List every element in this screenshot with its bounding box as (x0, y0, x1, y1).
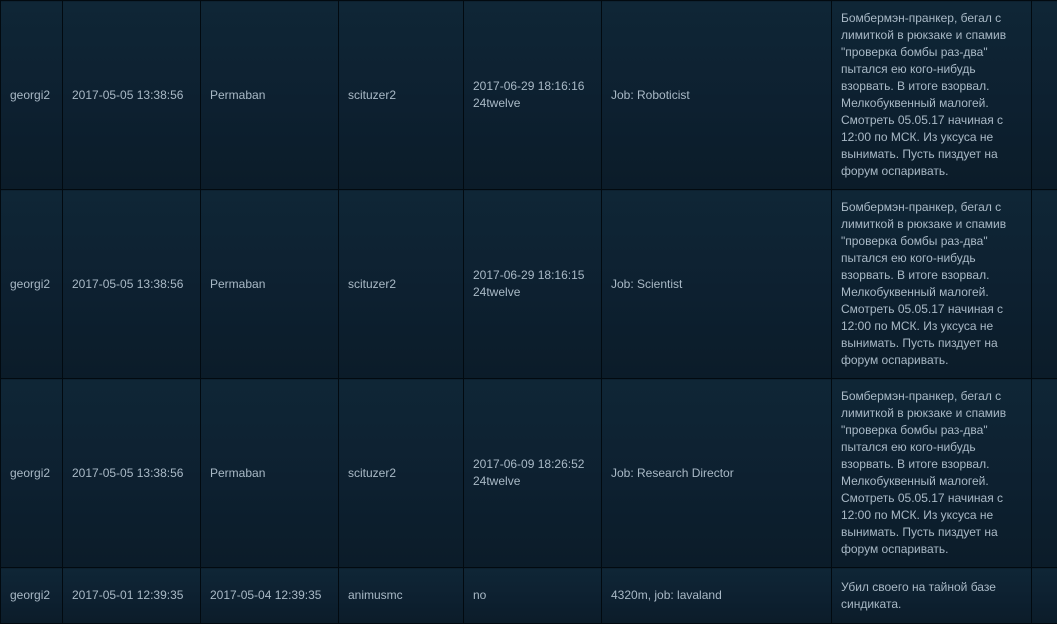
ckey-cell: georgi2 (0, 567, 63, 624)
table-row: georgi2 2017-05-01 12:39:35 2017-05-04 1… (0, 567, 1057, 624)
table-row: georgi2 2017-05-05 13:38:56 Permaban sci… (0, 189, 1057, 379)
unban-date: 2017-06-29 18:16:15 (473, 268, 585, 282)
unban-cell: 2017-06-29 18:16:15 24twelve (463, 189, 602, 379)
unban-by: 24twelve (473, 474, 521, 488)
expires-cell: Permaban (200, 0, 339, 190)
ckey-cell: georgi2 (0, 0, 63, 190)
job-cell: 4320m, job: lavaland (601, 567, 832, 624)
expires-cell: Permaban (200, 378, 339, 568)
ban-date-cell: 2017-05-05 13:38:56 (62, 0, 201, 190)
admin-cell: scituzer2 (338, 378, 464, 568)
unban-cell: no (463, 567, 602, 624)
job-cell: Job: Scientist (601, 189, 832, 379)
admin-cell: scituzer2 (338, 189, 464, 379)
expires-cell: 2017-05-04 12:39:35 (200, 567, 339, 624)
unban-date: 2017-06-29 18:16:16 (473, 79, 585, 93)
reason-cell: Бомбермэн-пранкер, бегал с лимиткой в рю… (831, 0, 1032, 190)
unban-by: 24twelve (473, 96, 521, 110)
table-row: georgi2 2017-05-05 13:38:56 Permaban sci… (0, 0, 1057, 190)
unban-date: no (473, 588, 487, 602)
ban-date-cell: 2017-05-05 13:38:56 (62, 378, 201, 568)
expires-cell: Permaban (200, 189, 339, 379)
reason-cell: Убил своего на тайной базе синдиката. (831, 567, 1032, 624)
table-row: georgi2 2017-05-05 13:38:56 Permaban sci… (0, 378, 1057, 568)
empty-cell (1031, 189, 1057, 379)
admin-cell: animusmc (338, 567, 464, 624)
empty-cell (1031, 378, 1057, 568)
admin-cell: scituzer2 (338, 0, 464, 190)
empty-cell (1031, 0, 1057, 190)
job-cell: Job: Roboticist (601, 0, 832, 190)
unban-date: 2017-06-09 18:26:52 (473, 457, 585, 471)
reason-cell: Бомбермэн-пранкер, бегал с лимиткой в рю… (831, 378, 1032, 568)
unban-by: 24twelve (473, 285, 521, 299)
ban-date-cell: 2017-05-05 13:38:56 (62, 189, 201, 379)
unban-cell: 2017-06-29 18:16:16 24twelve (463, 0, 602, 190)
unban-cell: 2017-06-09 18:26:52 24twelve (463, 378, 602, 568)
ban-date-cell: 2017-05-01 12:39:35 (62, 567, 201, 624)
ban-table: georgi2 2017-05-05 13:38:56 Permaban sci… (0, 0, 1057, 624)
reason-cell: Бомбермэн-пранкер, бегал с лимиткой в рю… (831, 189, 1032, 379)
job-cell: Job: Research Director (601, 378, 832, 568)
ckey-cell: georgi2 (0, 378, 63, 568)
empty-cell (1031, 567, 1057, 624)
ckey-cell: georgi2 (0, 189, 63, 379)
